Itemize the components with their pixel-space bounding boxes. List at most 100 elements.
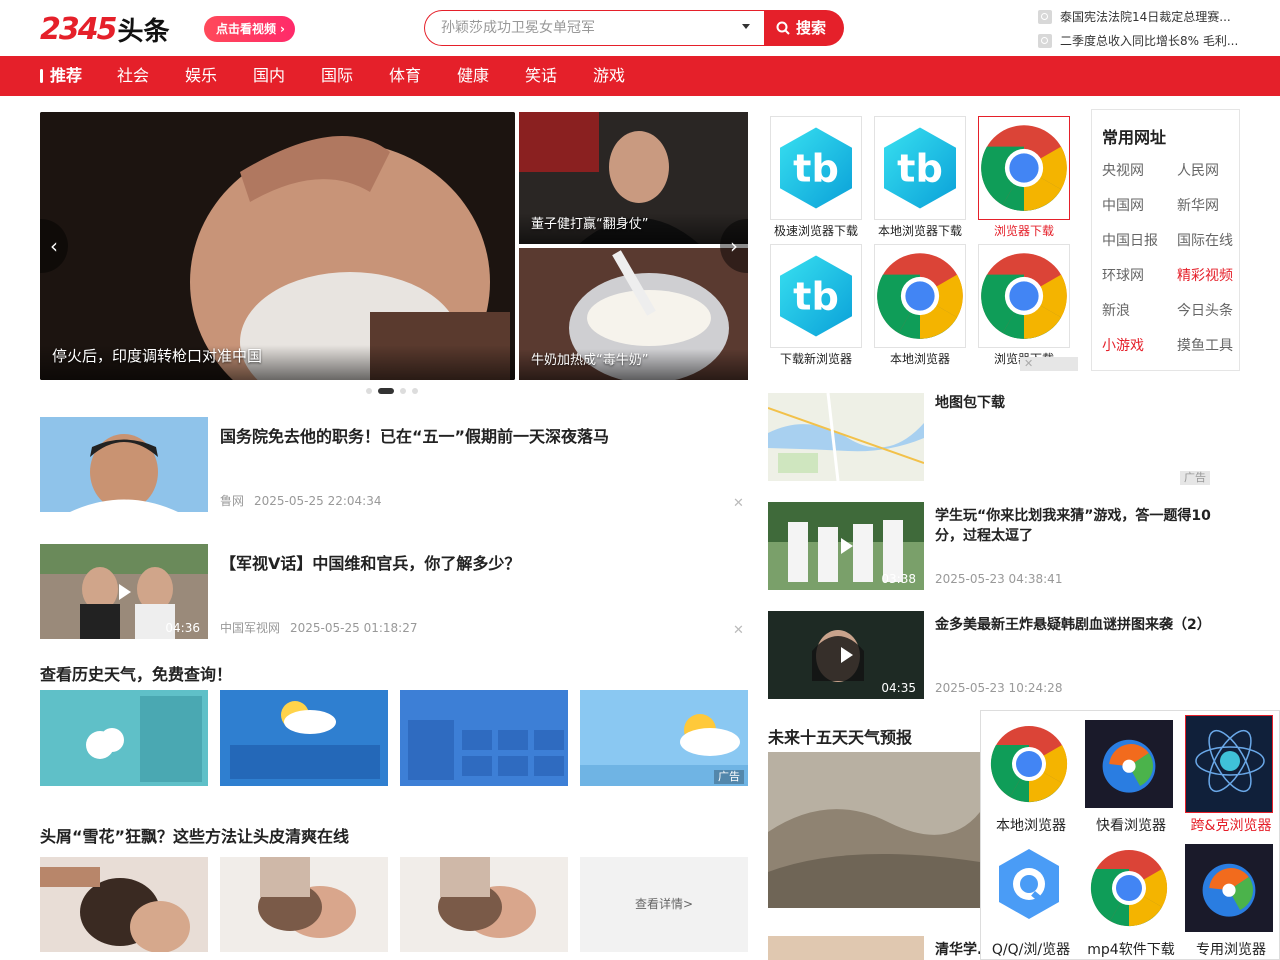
hot-search-text: 泰国宪法法院14日裁定总理赛... bbox=[1060, 10, 1231, 24]
carousel-side-bottom[interactable]: 牛奶加热成“毒牛奶” bbox=[519, 248, 748, 380]
carousel-dot[interactable] bbox=[366, 388, 372, 394]
dismiss-icon[interactable]: ✕ bbox=[733, 496, 744, 511]
nav-society[interactable]: 社会 bbox=[117, 56, 149, 96]
nav-international[interactable]: 国际 bbox=[321, 56, 353, 96]
popup-app-tile[interactable] bbox=[1185, 839, 1273, 937]
ad-close-icon[interactable]: ✕ bbox=[1020, 357, 1078, 371]
atom-icon bbox=[1186, 716, 1272, 812]
dismiss-icon[interactable]: ✕ bbox=[733, 623, 744, 638]
site-link[interactable]: 环球网 bbox=[1102, 265, 1144, 285]
watch-video-button[interactable]: 点击看视频 › bbox=[204, 16, 295, 42]
nav-domestic[interactable]: 国内 bbox=[253, 56, 285, 96]
scalp-ad-thumbnail[interactable] bbox=[40, 857, 208, 952]
news-thumbnail[interactable] bbox=[768, 936, 924, 960]
site-link[interactable]: 国际在线 bbox=[1177, 230, 1233, 250]
weather-section-title[interactable]: 查看历史天气，免费查询！ bbox=[40, 661, 232, 685]
news-title[interactable]: 地图包下载 bbox=[935, 393, 1235, 413]
news-thumbnail[interactable]: 04:36 bbox=[40, 544, 208, 639]
news-title[interactable]: 金多美最新王炸悬疑韩剧血谜拼图来袭（2） bbox=[935, 615, 1235, 635]
nav-sports[interactable]: 体育 bbox=[389, 56, 421, 96]
popup-app-label[interactable]: 专用浏览器 bbox=[1181, 939, 1280, 959]
ad-label: 广告 bbox=[714, 770, 744, 784]
app-tile[interactable] bbox=[770, 244, 862, 348]
tb-icon bbox=[874, 116, 966, 220]
popup-app-tile[interactable] bbox=[985, 839, 1073, 937]
app-label[interactable]: 本地浏览器下载 bbox=[868, 222, 972, 239]
carousel-main-slide[interactable]: 停火后，印度调转枪口对准中国 ‹ bbox=[40, 112, 515, 380]
scalp-ad-image bbox=[400, 857, 568, 952]
popup-app-label[interactable]: mp4软件下载 bbox=[1081, 939, 1181, 959]
app-tile[interactable] bbox=[874, 244, 966, 348]
scalp-section-title[interactable]: 头屑“雪花”狂飘？这些方法让头皮清爽在线 bbox=[40, 823, 349, 847]
popup-app-tile[interactable] bbox=[1085, 715, 1173, 813]
app-tile[interactable] bbox=[978, 244, 1070, 348]
search-icon bbox=[1038, 10, 1052, 24]
app-label[interactable]: 下载新浏览器 bbox=[764, 350, 868, 367]
news-title[interactable]: 清华学... bbox=[935, 940, 985, 960]
chrome-icon bbox=[874, 244, 966, 348]
carousel-side-top[interactable]: 董子健打赢“翻身仗” bbox=[519, 112, 748, 244]
nav-recommend[interactable]: 推荐 bbox=[39, 56, 82, 96]
site-link[interactable]: 新华网 bbox=[1177, 195, 1219, 215]
weather-ad-thumbnail[interactable] bbox=[400, 690, 568, 786]
site-link[interactable]: 精彩视频 bbox=[1177, 265, 1233, 285]
news-thumbnail[interactable] bbox=[40, 417, 208, 512]
nav-jokes[interactable]: 笑话 bbox=[525, 56, 557, 96]
app-tile[interactable] bbox=[874, 116, 966, 220]
forecast-title[interactable]: 未来十五天天气预报 bbox=[768, 724, 912, 748]
search-button-label: 搜索 bbox=[796, 19, 827, 37]
carousel-dot[interactable] bbox=[400, 388, 406, 394]
app-label[interactable]: 浏览器下载 bbox=[972, 222, 1076, 239]
popup-app-label[interactable]: 跨&克浏览器 bbox=[1181, 815, 1280, 835]
search-input[interactable]: 孙颖莎成功卫冕女单冠军 bbox=[424, 10, 764, 46]
weather-ad-thumbnail[interactable]: 广告 bbox=[580, 690, 748, 786]
site-link[interactable]: 今日头条 bbox=[1177, 300, 1233, 320]
tb-icon bbox=[770, 116, 862, 220]
popup-app-label[interactable]: 快看浏览器 bbox=[1081, 815, 1181, 835]
category-nav: 推荐 社会 娱乐 国内 国际 体育 健康 笑话 游戏 bbox=[0, 56, 1280, 96]
hot-search-item[interactable]: 二季度总收入同比增长8% 毛利... bbox=[1038, 32, 1248, 49]
forecast-landscape-image bbox=[768, 752, 980, 908]
nav-health[interactable]: 健康 bbox=[457, 56, 489, 96]
news-thumbnail[interactable]: 04:35 bbox=[768, 611, 924, 699]
weather-ad-thumbnail[interactable] bbox=[220, 690, 388, 786]
site-link[interactable]: 人民网 bbox=[1177, 160, 1219, 180]
popup-app-tile[interactable] bbox=[1085, 839, 1173, 937]
news-thumbnail[interactable]: 03:38 bbox=[768, 502, 924, 590]
search-button[interactable]: 搜索 bbox=[764, 10, 844, 46]
popup-app-tile[interactable] bbox=[985, 715, 1073, 813]
map-ad-thumbnail[interactable] bbox=[768, 393, 924, 481]
view-details-button[interactable]: 查看详情> bbox=[580, 857, 748, 952]
news-title[interactable]: 国务院免去他的职务！已在“五一”假期前一天深夜落马 bbox=[220, 423, 609, 447]
hot-search-item[interactable]: 泰国宪法法院14日裁定总理赛... bbox=[1038, 8, 1248, 25]
forecast-image[interactable] bbox=[768, 752, 980, 908]
app-tile[interactable] bbox=[770, 116, 862, 220]
popup-app-tile[interactable] bbox=[1185, 715, 1273, 813]
site-link[interactable]: 央视网 bbox=[1102, 160, 1144, 180]
weather-ad-thumbnail[interactable] bbox=[40, 690, 208, 786]
site-link[interactable]: 中国网 bbox=[1102, 195, 1144, 215]
site-link[interactable]: 中国日报 bbox=[1102, 230, 1158, 250]
nav-entertainment[interactable]: 娱乐 bbox=[185, 56, 217, 96]
news-time: 2025-05-25 22:04:34 bbox=[254, 494, 382, 508]
dropdown-caret-icon[interactable] bbox=[742, 24, 750, 29]
popup-app-label[interactable]: Q/Q/浏/览器 bbox=[981, 939, 1081, 959]
popup-app-label[interactable]: 本地浏览器 bbox=[981, 815, 1081, 835]
ad-label: 广告 bbox=[1180, 471, 1210, 485]
orb-icon bbox=[1085, 720, 1173, 808]
news-title[interactable]: 学生玩“你来比划我来猜”游戏，答一题得10分，过程太逗了 bbox=[935, 506, 1235, 546]
app-tile[interactable] bbox=[978, 116, 1070, 220]
site-link[interactable]: 小游戏 bbox=[1102, 335, 1144, 355]
carousel-dot-active[interactable] bbox=[378, 388, 394, 394]
nav-games[interactable]: 游戏 bbox=[593, 56, 625, 96]
app-label[interactable]: 本地浏览器 bbox=[868, 350, 972, 367]
news-title[interactable]: 【军视V话】中国维和官兵，你了解多少？ bbox=[220, 550, 520, 574]
site-logo[interactable]: 2345 头条 bbox=[40, 12, 170, 47]
scalp-ad-thumbnail[interactable] bbox=[220, 857, 388, 952]
site-link[interactable]: 摸鱼工具 bbox=[1177, 335, 1233, 355]
common-sites-panel: 常用网址 央视网 人民网 中国网 新华网 中国日报 国际在线 环球网 精彩视频 … bbox=[1091, 109, 1240, 371]
app-label[interactable]: 极速浏览器下载 bbox=[764, 222, 868, 239]
site-link[interactable]: 新浪 bbox=[1102, 300, 1130, 320]
carousel-dot[interactable] bbox=[412, 388, 418, 394]
scalp-ad-thumbnail[interactable] bbox=[400, 857, 568, 952]
